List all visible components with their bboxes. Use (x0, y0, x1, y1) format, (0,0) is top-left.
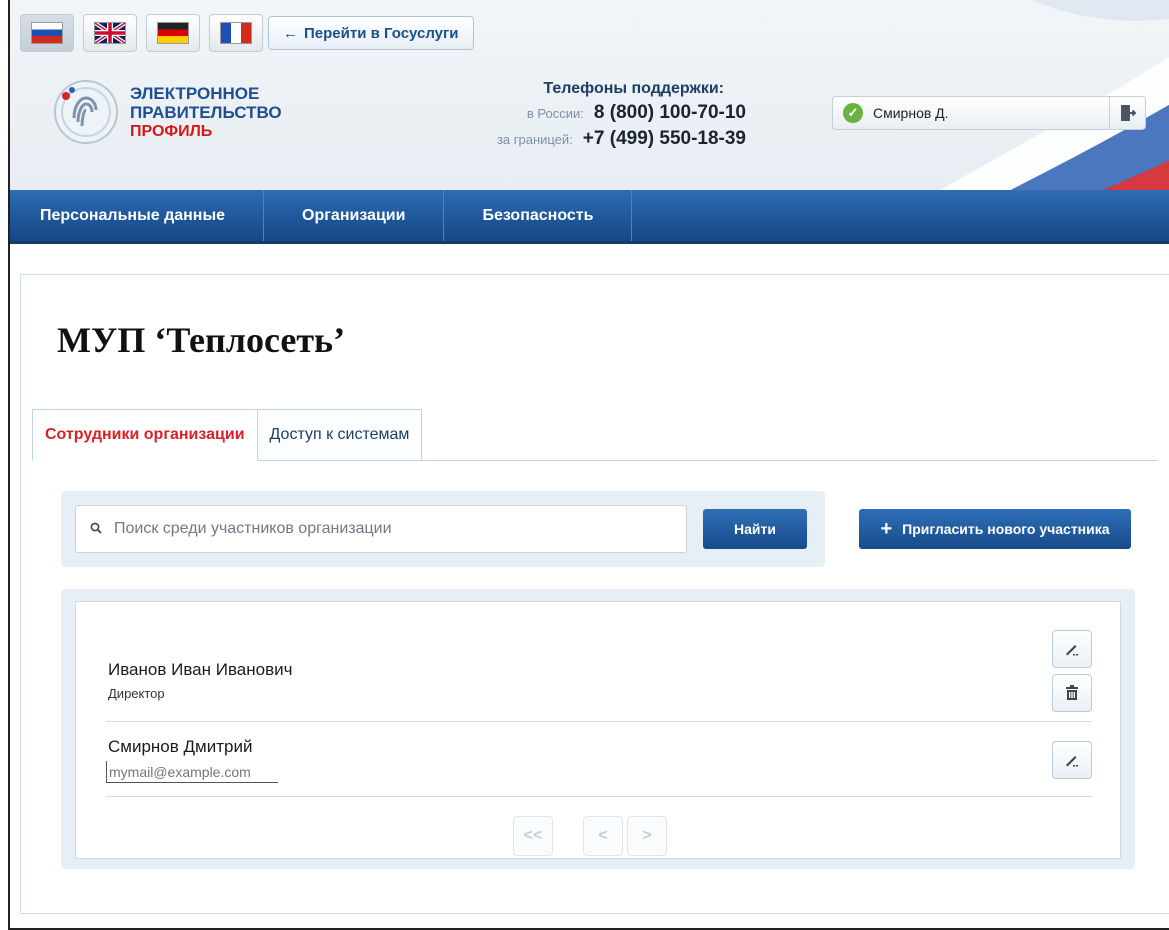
site-logo[interactable]: ЭЛЕКТРОННОЕ ПРАВИТЕЛЬСТВО ПРОФИЛЬ (52, 78, 282, 146)
tab-employees[interactable]: Сотрудники организации (32, 409, 258, 461)
verified-check-icon: ✓ (843, 103, 863, 123)
edit-member-button[interactable] (1052, 741, 1092, 779)
phone-row-abroad: за границей: +7 (499) 550-18-39 (446, 128, 746, 150)
lang-en-button[interactable] (83, 14, 137, 52)
member-row: Смирнов Дмитрий (106, 723, 1092, 797)
first-page-button[interactable]: << (513, 816, 553, 856)
member-row: Иванов Иван Иванович Директор (106, 630, 1092, 722)
delete-member-button[interactable] (1052, 674, 1092, 712)
find-button[interactable]: Найти (703, 509, 807, 549)
phone-row-russia: в России: 8 (800) 100-70-10 (446, 102, 746, 124)
members-panel: Иванов Иван Иванович Директор Смирнов Дм… (61, 589, 1135, 869)
logo-line-1: ЭЛЕКТРОННОЕ (130, 83, 260, 103)
france-flag-icon (220, 22, 252, 44)
russia-label: в России: (526, 106, 584, 121)
pagination: << < > (513, 816, 667, 856)
page-title: МУП ‘Теплосеть’ (57, 320, 346, 360)
uk-flag-icon (94, 22, 126, 44)
trash-icon (1066, 685, 1078, 700)
browser-frame: ← Перейти в Госуслуги ЭЛЕКТРОННОЕ ПРАВИТ… (8, 0, 1169, 930)
site-header: ← Перейти в Госуслуги ЭЛЕКТРОННОЕ ПРАВИТ… (10, 0, 1169, 190)
tab-system-access[interactable]: Доступ к системам (256, 409, 423, 461)
logo-line-3: ПРОФИЛЬ (130, 122, 213, 140)
logout-button[interactable] (1109, 97, 1145, 129)
support-phones: Телефоны поддержки: в России: 8 (800) 10… (446, 80, 746, 150)
user-name: Смирнов Д. (873, 105, 949, 121)
nav-item-personal-data[interactable]: Персональные данные (10, 190, 265, 241)
lang-fr-button[interactable] (209, 14, 263, 52)
user-menu[interactable]: ✓ Смирнов Д. (832, 96, 1146, 130)
main-nav: Персональные данные Организации Безопасн… (10, 190, 1169, 244)
goto-gosuslugi-button[interactable]: ← Перейти в Госуслуги (268, 16, 474, 50)
logo-text: ЭЛЕКТРОННОЕ ПРАВИТЕЛЬСТВО ПРОФИЛЬ (130, 84, 282, 141)
organization-card: МУП ‘Теплосеть’ Сотрудники организации Д… (20, 274, 1169, 914)
russia-flag-icon (31, 22, 63, 44)
nav-item-organizations[interactable]: Организации (264, 190, 445, 241)
member-name: Иванов Иван Иванович (108, 660, 293, 679)
lang-ru-button[interactable] (20, 14, 74, 52)
logo-line-2: ПРАВИТЕЛЬСТВО (130, 102, 282, 122)
germany-flag-icon (157, 22, 189, 44)
plus-icon: + (880, 518, 893, 540)
member-role: Директор (108, 686, 165, 701)
search-panel: Найти (61, 491, 825, 567)
pager-prev-next: < > (583, 816, 667, 856)
support-title: Телефоны поддержки: (543, 80, 724, 97)
language-switcher (20, 14, 263, 52)
e-gov-emblem-icon (54, 80, 118, 144)
edit-member-button[interactable] (1052, 630, 1092, 668)
search-field[interactable] (75, 505, 687, 553)
prev-page-button[interactable]: < (583, 816, 623, 856)
lang-de-button[interactable] (146, 14, 200, 52)
member-email-field[interactable] (106, 761, 278, 783)
goto-gosuslugi-label: Перейти в Госуслуги (304, 24, 459, 42)
search-input[interactable] (114, 520, 674, 538)
logout-door-icon (1120, 105, 1136, 121)
member-name: Смирнов Дмитрий (108, 737, 253, 756)
abroad-label: за границей: (496, 132, 573, 147)
russia-phone[interactable]: 8 (800) 100-70-10 (594, 102, 746, 124)
members-list: Иванов Иван Иванович Директор Смирнов Дм… (75, 601, 1121, 859)
flag-swoosh-decoration (940, 0, 1169, 190)
abroad-phone[interactable]: +7 (499) 550-18-39 (583, 128, 746, 150)
search-icon (90, 521, 102, 537)
pencil-icon (1066, 756, 1078, 767)
invite-member-label: Пригласить нового участника (902, 521, 1110, 537)
pencil-icon (1066, 645, 1078, 656)
next-page-button[interactable]: > (627, 816, 667, 856)
nav-item-security[interactable]: Безопасность (444, 190, 633, 241)
invite-member-button[interactable]: + Пригласить нового участника (859, 509, 1131, 549)
arrow-left-icon: ← (283, 24, 298, 42)
tabs: Сотрудники организации Доступ к системам (32, 409, 423, 461)
